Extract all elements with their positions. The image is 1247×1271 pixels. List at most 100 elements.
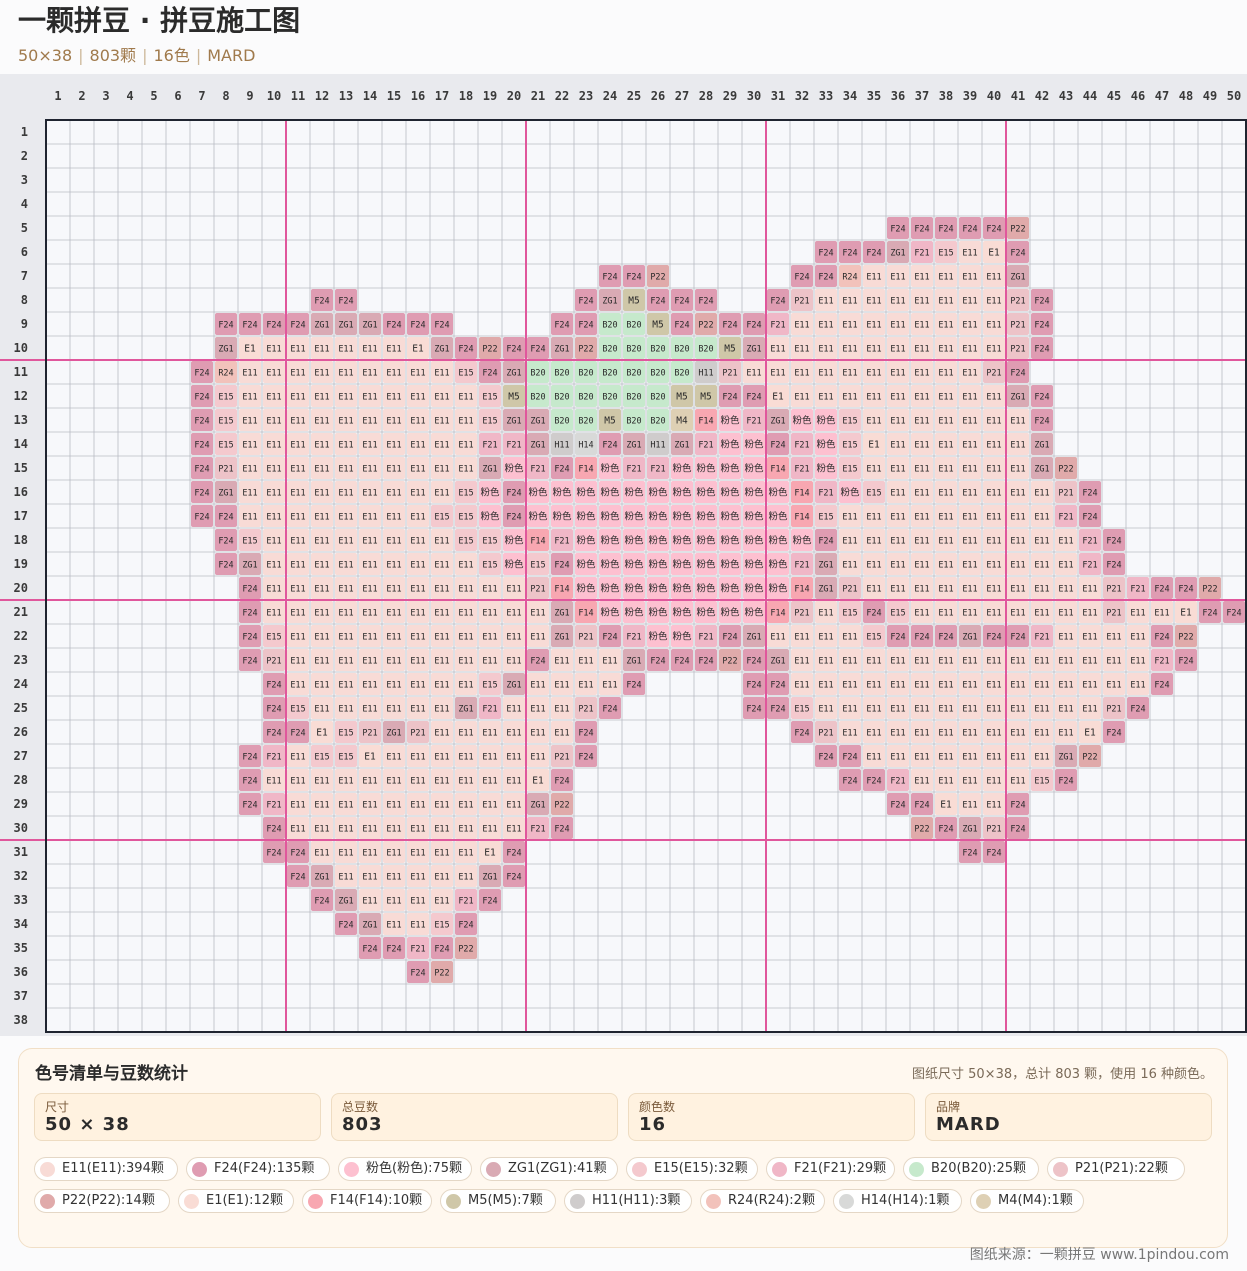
bead-code-label: F24 [1106,537,1121,547]
column-number: 15 [387,89,401,103]
bead-code-label: E11 [266,369,281,379]
column-number: 47 [1155,89,1169,103]
column-number: 23 [579,89,593,103]
color-count-chip: E15(E15):32颗 [626,1157,758,1181]
column-number: 7 [198,89,205,103]
bead-code-label: E11 [242,369,257,379]
bead-code-label: E1 [940,800,952,811]
bead-code-label: E11 [434,873,449,883]
bead-code-label: E11 [410,777,425,787]
color-count-label: E1(E1):12颗 [206,1193,284,1208]
bead-code-label: F24 [818,537,833,547]
bead-code-label: 粉色 [744,559,764,571]
bead-code-label: F24 [314,297,329,307]
bead-code-label: H11 [698,369,713,379]
bead-code-label: E11 [962,777,977,787]
color-count-chip: ZG1(ZG1):41颗 [480,1157,618,1181]
column-number: 45 [1107,89,1121,103]
bead-code-label: P21 [218,465,233,475]
bead-code-label: F24 [218,321,233,331]
bead-code-label: F24 [290,321,305,331]
bead-code-label: ZG1 [674,441,689,451]
bead-code-label: F24 [458,345,473,355]
row-number: 28 [14,773,28,787]
page-title: 一颗拼豆 · 拼豆施工图 [18,4,301,37]
row-number: 9 [21,317,28,331]
bead-code-label: E11 [338,873,353,883]
bead-code-label: E15 [482,417,497,427]
bead-code-label: E11 [890,753,905,763]
bead-code-label: ZG1 [554,345,569,355]
bead-code-label: E11 [410,609,425,619]
bead-code-label: 粉色 [648,535,668,547]
bead-code-label: F24 [218,537,233,547]
color-count-label: F14(F14):10颗 [330,1193,423,1208]
color-count-label: ZG1(ZG1):41颗 [508,1161,607,1176]
bead-code-label: E11 [842,681,857,691]
column-number: 46 [1131,89,1145,103]
bead-code-label: F24 [1010,369,1025,379]
bead-code-label: F21 [698,441,713,451]
bead-code-label: E11 [290,657,305,667]
bead-code-label: ZG1 [482,873,497,883]
bead-code-label: F21 [506,441,521,451]
color-count-label: M4(M4):1颗 [998,1193,1073,1208]
bead-code-label: B20 [674,345,689,355]
pattern-grid: 1 2 3 4 5 6 7 8 9 10 11 12 13 14 15 16 17 18 19 20 21 22 23 24 2… [0,74,1247,1036]
bead-code-label: F24 [938,633,953,643]
row-number: 2 [21,149,28,163]
bead-code-label: E11 [434,825,449,835]
bead-code-label: E15 [890,609,905,619]
row-number: 23 [14,653,28,667]
bead-code-label: F24 [1010,633,1025,643]
row-number: 25 [14,701,28,715]
bead-code-label: F21 [794,441,809,451]
bead-code-label: E11 [1082,585,1097,595]
bead-code-label: ZG1 [818,585,833,595]
bead-code-label: E11 [938,561,953,571]
bead-code-label: E11 [458,441,473,451]
color-swatch [1053,1162,1068,1177]
bead-code-label: E11 [866,753,881,763]
bead-code-label: E11 [962,705,977,715]
bead-code-label: ZG1 [482,465,497,475]
bead-code-label: E11 [1058,609,1073,619]
bead-code-label: E11 [410,921,425,931]
bead-code-label: F24 [242,753,257,763]
bead-code-label: F21 [458,897,473,907]
bead-code-label: 粉色 [624,607,644,619]
bead-code-label: E11 [362,825,377,835]
bead-code-label: E11 [482,609,497,619]
bead-code-label: E11 [482,657,497,667]
bead-code-label: E11 [314,825,329,835]
bead-code-label: F14 [698,417,713,427]
bead-code-label: E11 [410,513,425,523]
bead-code-label: F14 [794,513,809,523]
bead-code-label: E11 [818,345,833,355]
bead-code-label: E11 [914,489,929,499]
bead-code-label: E11 [554,681,569,691]
bead-code-label: 粉色 [672,487,692,499]
bead-code-label: P21 [1106,609,1121,619]
color-swatch [570,1194,585,1209]
bead-code-label: E11 [818,369,833,379]
bead-code-label: B20 [650,417,665,427]
bead-code-label: E1 [244,344,256,355]
bead-code-label: B20 [674,369,689,379]
column-number: 35 [867,89,881,103]
bead-code-label: E11 [938,417,953,427]
bead-code-label: F24 [530,345,545,355]
bead-code-label: E15 [338,729,353,739]
bead-code-label: E11 [386,417,401,427]
bead-code-label: E11 [386,801,401,811]
bead-code-label: E11 [338,345,353,355]
bead-code-label: F24 [386,321,401,331]
bead-code-label: E11 [794,393,809,403]
bead-code-label: E11 [338,417,353,427]
bead-code-label: 粉色 [504,559,524,571]
bead-code-label: F24 [434,321,449,331]
column-number: 10 [267,89,281,103]
bead-code-label: E11 [362,537,377,547]
bead-code-label: E11 [986,417,1001,427]
bead-code-label: E15 [266,633,281,643]
